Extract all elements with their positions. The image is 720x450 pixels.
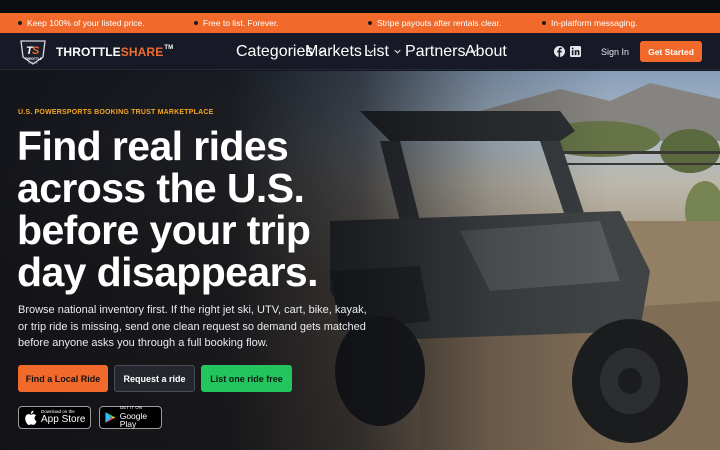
chevron-down-icon <box>394 49 401 54</box>
list-ride-free-button[interactable]: List one ride free <box>201 365 292 392</box>
apple-icon <box>25 410 37 425</box>
google-play-text: GET IT ON Google Play <box>120 406 161 429</box>
promo-item: Free to list. Forever. <box>194 13 279 33</box>
headline-line: before your trip <box>17 207 311 253</box>
promo-text: Free to list. Forever. <box>203 18 279 28</box>
google-play-big-text: Google Play <box>119 410 148 430</box>
promo-text: In-platform messaging. <box>551 18 638 28</box>
svg-text:SHARE: SHARE <box>28 60 38 64</box>
nav-item-list[interactable]: List <box>364 33 402 70</box>
nav-item-label: Categories <box>236 42 314 60</box>
promo-text: Stripe payouts after rentals clear. <box>377 18 502 28</box>
headline-line: day disappears. <box>17 249 319 295</box>
google-play-icon <box>105 412 116 423</box>
facebook-icon[interactable] <box>554 46 565 57</box>
brand-name-part1: THROTTLE <box>56 45 121 59</box>
hero-eyebrow: U.S. POWERSPORTS BOOKING TRUST MARKETPLA… <box>18 109 214 116</box>
promo-item: Keep 100% of your listed price. <box>18 13 145 33</box>
google-play-badge[interactable]: GET IT ON Google Play <box>99 406 162 429</box>
request-ride-button[interactable]: Request a ride <box>114 365 195 392</box>
promo-item: In-platform messaging. <box>542 13 637 33</box>
bullet-icon <box>368 21 372 25</box>
app-store-big-text: App Store <box>41 414 86 426</box>
nav-item-label: Markets <box>305 42 362 60</box>
nav-item-label: List <box>364 42 389 60</box>
get-started-button[interactable]: Get Started <box>640 41 702 62</box>
linkedin-icon[interactable] <box>570 46 581 57</box>
promo-text: Keep 100% of your listed price. <box>27 18 145 28</box>
bullet-icon <box>194 21 198 25</box>
brand-name: THROTTLESHARETM <box>56 45 173 59</box>
headline-line: across the U.S. <box>17 165 305 211</box>
svg-text:S: S <box>32 45 40 57</box>
brand-name-part2: SHARE <box>120 45 164 59</box>
sign-in-link[interactable]: Sign In <box>601 33 629 70</box>
trademark-mark: TM <box>164 45 174 51</box>
hero-headline: Find real rides across the U.S. before y… <box>17 125 417 293</box>
headline-line: Find real rides <box>17 123 289 169</box>
app-store-badge[interactable]: Download on the App Store <box>18 406 91 429</box>
window-top-strip <box>0 0 720 13</box>
main-nav: T S THROTTLE SHARE THROTTLESHARETM Categ… <box>0 33 720 70</box>
hero-section: U.S. POWERSPORTS BOOKING TRUST MARKETPLA… <box>0 71 720 450</box>
nav-item-label: Partners <box>405 42 466 60</box>
app-store-text: Download on the App Store <box>41 409 86 426</box>
nav-item-about[interactable]: About <box>465 33 507 70</box>
hero-subcopy: Browse national inventory first. If the … <box>18 304 367 349</box>
bullet-icon <box>18 21 22 25</box>
bullet-icon <box>542 21 546 25</box>
nav-item-label: About <box>465 42 507 60</box>
brand-logo[interactable]: T S THROTTLE SHARE THROTTLESHARETM <box>18 37 173 67</box>
promo-item: Stripe payouts after rentals clear. <box>368 13 501 33</box>
find-local-ride-button[interactable]: Find a Local Ride <box>18 365 108 392</box>
promo-bar: Keep 100% of your listed price. Free to … <box>0 13 720 33</box>
throttleshare-logo-icon: T S THROTTLE SHARE <box>20 40 46 65</box>
